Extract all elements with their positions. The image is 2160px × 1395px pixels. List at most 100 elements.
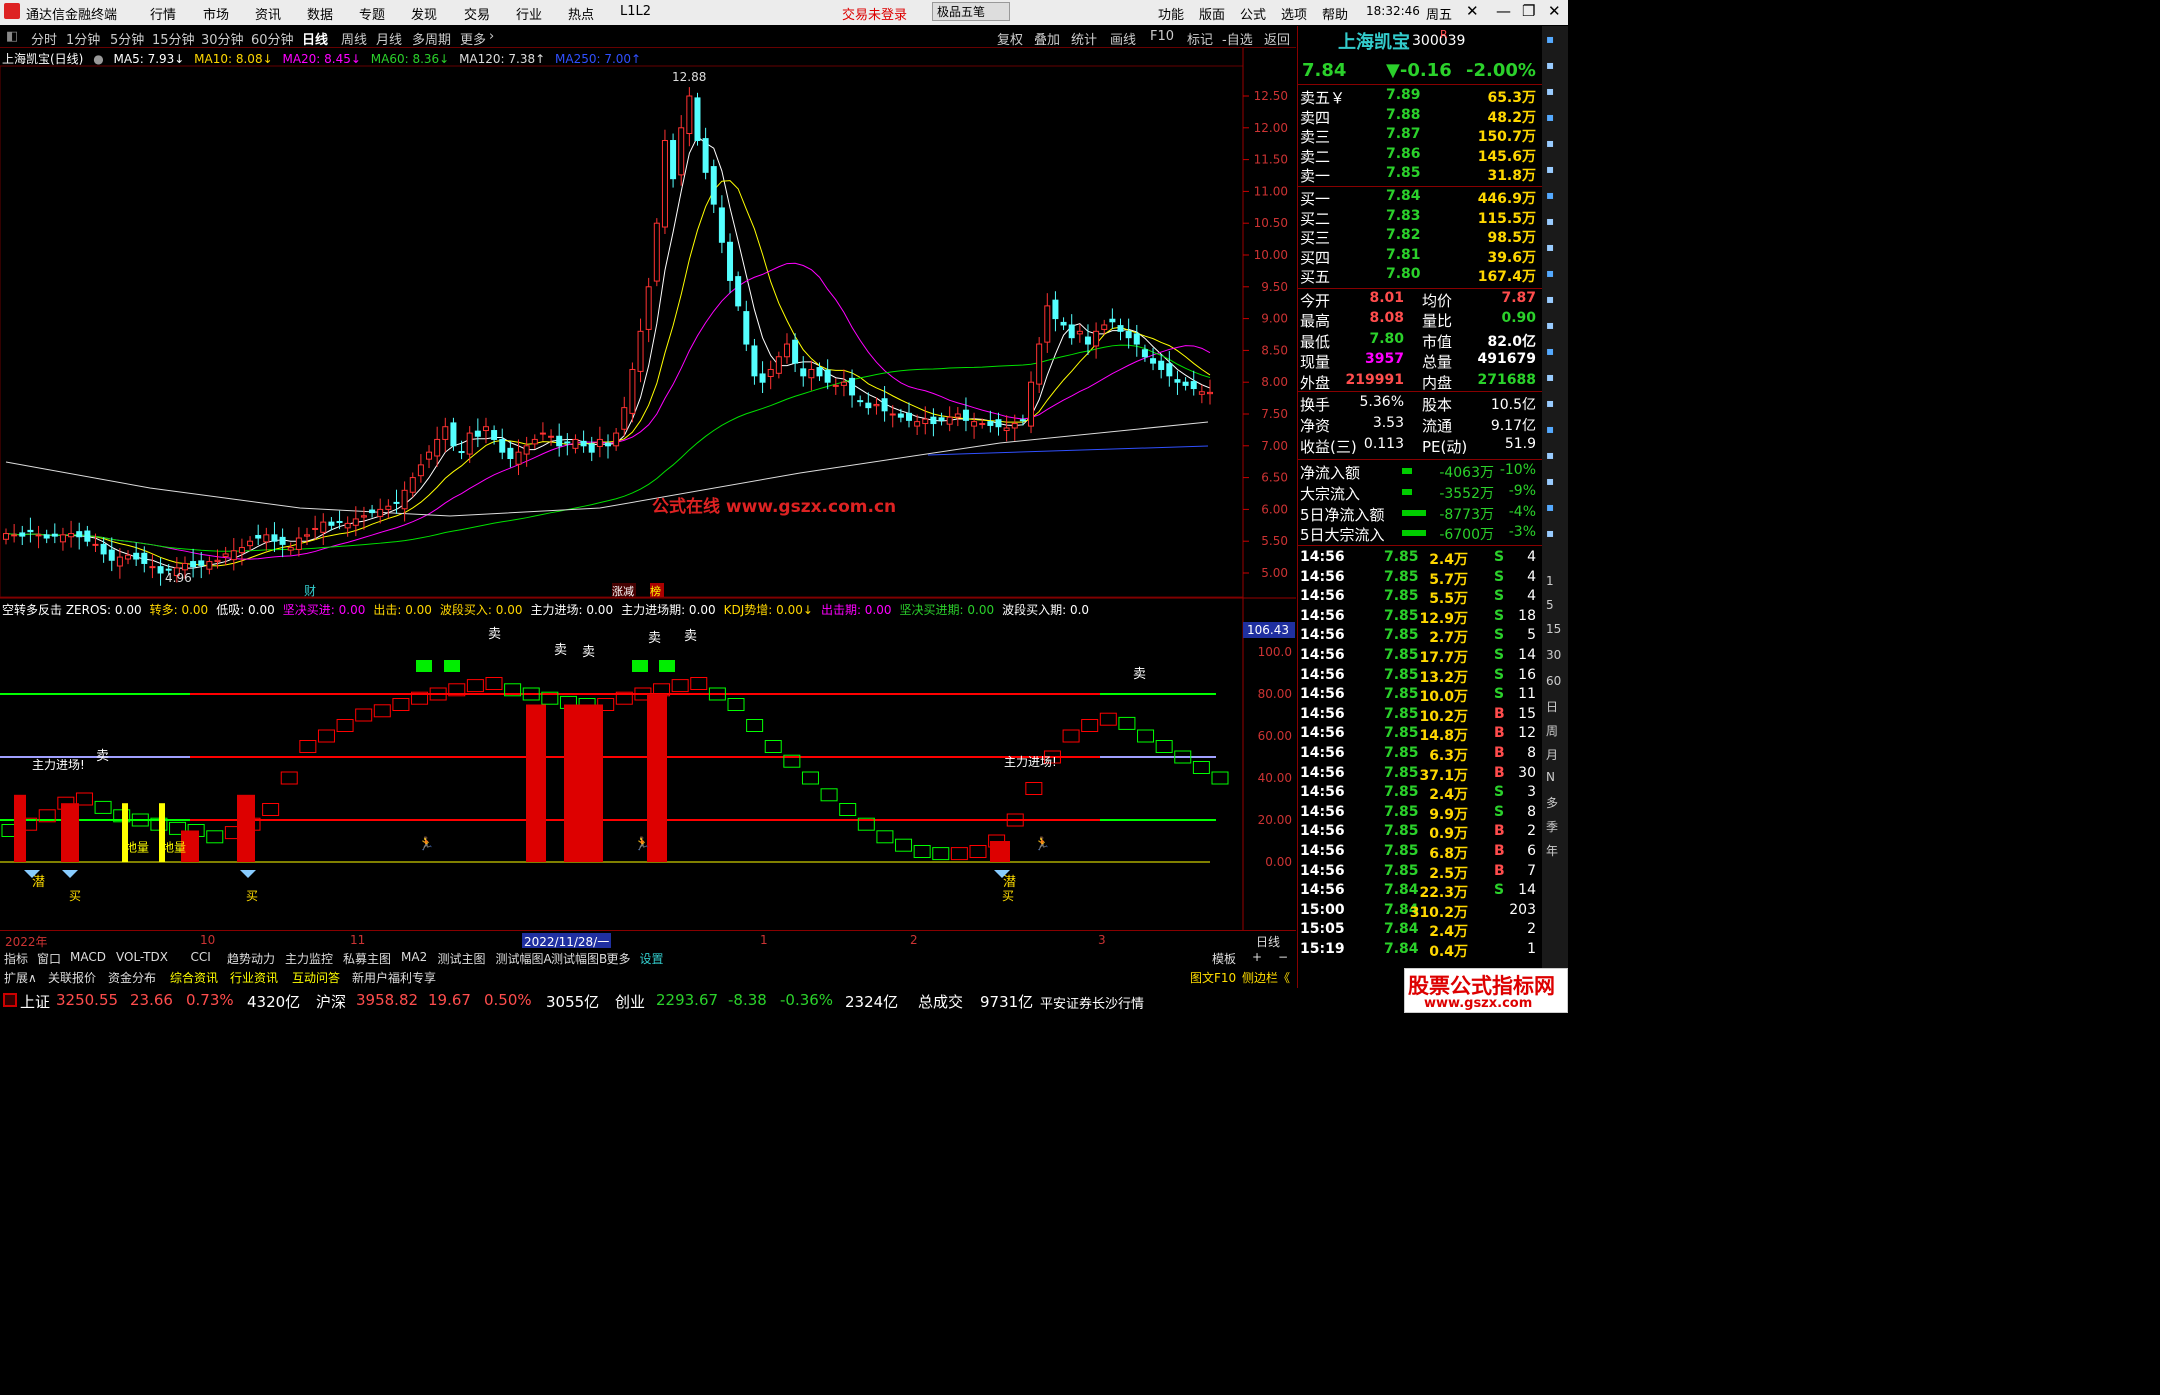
list-tag[interactable]: 榜 bbox=[650, 584, 661, 598]
indicator-tab[interactable]: 测试主图 bbox=[438, 950, 486, 967]
tab-period[interactable]: 15分钟 bbox=[152, 29, 195, 48]
menu-item[interactable]: 选项 bbox=[1281, 4, 1307, 23]
info-tab[interactable]: 互动问答 bbox=[292, 969, 340, 986]
menu-item[interactable]: 专题 bbox=[359, 4, 385, 23]
hs-index-name[interactable]: 沪深 bbox=[316, 991, 346, 1012]
menu-item[interactable]: 交易 bbox=[464, 4, 490, 23]
fin-icon[interactable]: ▪ bbox=[1546, 240, 1554, 254]
fs-icon[interactable]: ▪ bbox=[1546, 318, 1554, 332]
tool-button[interactable]: 画线 bbox=[1110, 29, 1136, 48]
minimize-icon[interactable]: — bbox=[1496, 2, 1511, 20]
tab-period[interactable]: 1分钟 bbox=[66, 29, 100, 48]
chart-icon[interactable]: ▪ bbox=[1546, 162, 1554, 176]
tool-button[interactable]: -自选 bbox=[1222, 29, 1253, 48]
period-shortcut[interactable]: 周 bbox=[1546, 722, 1558, 739]
tool-button[interactable]: 统计 bbox=[1071, 29, 1097, 48]
info-tab[interactable]: 扩展∧ bbox=[4, 969, 37, 986]
input-method-button[interactable]: 极品五笔 bbox=[932, 2, 1011, 21]
menu-item[interactable]: 行情 bbox=[150, 4, 176, 23]
login-status[interactable]: 交易未登录 bbox=[842, 4, 907, 23]
tab-period[interactable]: 多周期 bbox=[412, 29, 451, 48]
candle-icon[interactable]: ▪ bbox=[1546, 188, 1554, 202]
indicator-tab[interactable]: 趋势动力 bbox=[227, 950, 275, 967]
layers-icon[interactable]: ▪ bbox=[1546, 266, 1554, 280]
period-shortcut[interactable]: 季 bbox=[1546, 818, 1558, 835]
tab-period[interactable]: 5分钟 bbox=[110, 29, 144, 48]
info-tab[interactable]: 资金分布 bbox=[108, 969, 156, 986]
sync-icon[interactable]: ▪ bbox=[1546, 370, 1554, 384]
finance-marker[interactable]: 财 bbox=[304, 584, 316, 598]
menu-item[interactable]: 版面 bbox=[1199, 4, 1225, 23]
add-icon[interactable]: + bbox=[1252, 950, 1262, 964]
info-tab[interactable]: 综合资讯 bbox=[170, 969, 218, 986]
indicator-tab[interactable]: 私募主图 bbox=[343, 950, 391, 967]
pen-icon[interactable]: ▪ bbox=[1546, 474, 1554, 488]
info-tab[interactable]: 新用户福利专享 bbox=[352, 969, 436, 986]
indicator-tab[interactable]: CCI bbox=[191, 950, 211, 964]
indicator-tab[interactable]: 设置 bbox=[640, 950, 664, 967]
f10-link[interactable]: 图文F10 bbox=[1190, 969, 1236, 986]
home-icon[interactable]: ▪ bbox=[1546, 58, 1554, 72]
exchange-icon[interactable]: ▪ bbox=[1546, 448, 1554, 462]
minus-icon[interactable]: − bbox=[1278, 950, 1288, 964]
tab-period[interactable]: 更多 bbox=[460, 29, 486, 48]
globe-icon[interactable]: ▪ bbox=[1546, 344, 1554, 358]
indicator-tab[interactable]: 主力监控 bbox=[285, 950, 333, 967]
grid-icon[interactable]: ▪ bbox=[1546, 136, 1554, 150]
indicator-tab[interactable]: 窗口 bbox=[37, 950, 61, 967]
f10-link[interactable]: 侧边栏《 bbox=[1242, 969, 1290, 986]
period-shortcut[interactable]: 年 bbox=[1546, 842, 1558, 859]
limit-tag[interactable]: 涨减 bbox=[612, 585, 634, 598]
tab-period[interactable]: 月线 bbox=[376, 29, 402, 48]
period-shortcut[interactable]: N bbox=[1546, 770, 1555, 784]
clock-icon[interactable]: ▪ bbox=[1546, 526, 1554, 540]
menu-item[interactable]: 功能 bbox=[1158, 4, 1184, 23]
collapse-icon[interactable]: ◧ bbox=[6, 29, 18, 44]
tab-period[interactable]: 30分钟 bbox=[201, 29, 244, 48]
period-shortcut[interactable]: 多 bbox=[1546, 794, 1558, 811]
tool-button[interactable]: F10 bbox=[1150, 29, 1174, 44]
cy-index-name[interactable]: 创业 bbox=[615, 991, 645, 1012]
menu-item[interactable]: L1L2 bbox=[620, 4, 651, 19]
menu-item[interactable]: 热点 bbox=[568, 4, 594, 23]
indicator-tab[interactable]: VOL-TDX bbox=[116, 950, 168, 964]
indicator-tab[interactable]: 测试幅图B bbox=[551, 950, 607, 967]
restore-icon[interactable]: ❐ bbox=[1522, 2, 1535, 20]
indicator-tab[interactable]: 指标 bbox=[4, 950, 28, 967]
menu-item[interactable]: 资讯 bbox=[255, 4, 281, 23]
menu-item[interactable]: 行业 bbox=[516, 4, 542, 23]
tab-period[interactable]: 日线 bbox=[302, 29, 328, 48]
template-button[interactable]: 模板 bbox=[1212, 950, 1236, 967]
list-icon[interactable]: ▪ bbox=[1546, 110, 1554, 124]
tool-button[interactable]: 标记 bbox=[1187, 29, 1213, 48]
menu-item[interactable]: 数据 bbox=[307, 4, 333, 23]
info-tab[interactable]: 关联报价 bbox=[48, 969, 96, 986]
tool-button[interactable]: 复权 bbox=[997, 29, 1023, 48]
arrow-down-icon[interactable]: ▪ bbox=[1546, 84, 1554, 98]
indicator-tab[interactable]: MA2 bbox=[401, 950, 427, 964]
kline-chart[interactable]: 12.50 12.00 11.50 11.00 10.50 10.00 9.50 9.00 8.… bbox=[0, 48, 1296, 930]
menu-item[interactable]: 市场 bbox=[203, 4, 229, 23]
menu-item[interactable]: 公式 bbox=[1240, 4, 1266, 23]
tab-period[interactable]: 60分钟 bbox=[251, 29, 294, 48]
tool-button[interactable]: 叠加 bbox=[1034, 29, 1060, 48]
chevron-up-icon[interactable]: ▪ bbox=[1546, 32, 1554, 46]
indicator-tab[interactable]: MACD bbox=[70, 950, 106, 964]
tab-period[interactable]: 分时 bbox=[31, 29, 57, 48]
sh-index-name[interactable]: 上证 bbox=[20, 991, 50, 1012]
menu-item[interactable]: 发现 bbox=[411, 4, 437, 23]
table-icon[interactable]: ▪ bbox=[1546, 292, 1554, 306]
mail-icon[interactable]: ▪ bbox=[1546, 396, 1554, 410]
rsi-icon[interactable]: ▪ bbox=[1546, 422, 1554, 436]
info-tab[interactable]: 行业资讯 bbox=[230, 969, 278, 986]
monitor-icon[interactable]: ▪ bbox=[1546, 214, 1554, 228]
period-shortcut[interactable]: 日 bbox=[1546, 698, 1558, 715]
menu-item[interactable]: 帮助 bbox=[1322, 4, 1348, 23]
fs2-icon[interactable]: ▪ bbox=[1546, 500, 1554, 514]
indicator-tab[interactable]: 测试幅图A bbox=[496, 950, 552, 967]
period-shortcut[interactable]: 月 bbox=[1546, 746, 1558, 763]
close-icon[interactable]: ✕ bbox=[1548, 2, 1561, 20]
close-icon[interactable]: ✕ bbox=[1466, 2, 1479, 20]
tab-period[interactable]: 周线 bbox=[341, 29, 367, 48]
indicator-tab[interactable]: 更多 bbox=[607, 950, 631, 967]
